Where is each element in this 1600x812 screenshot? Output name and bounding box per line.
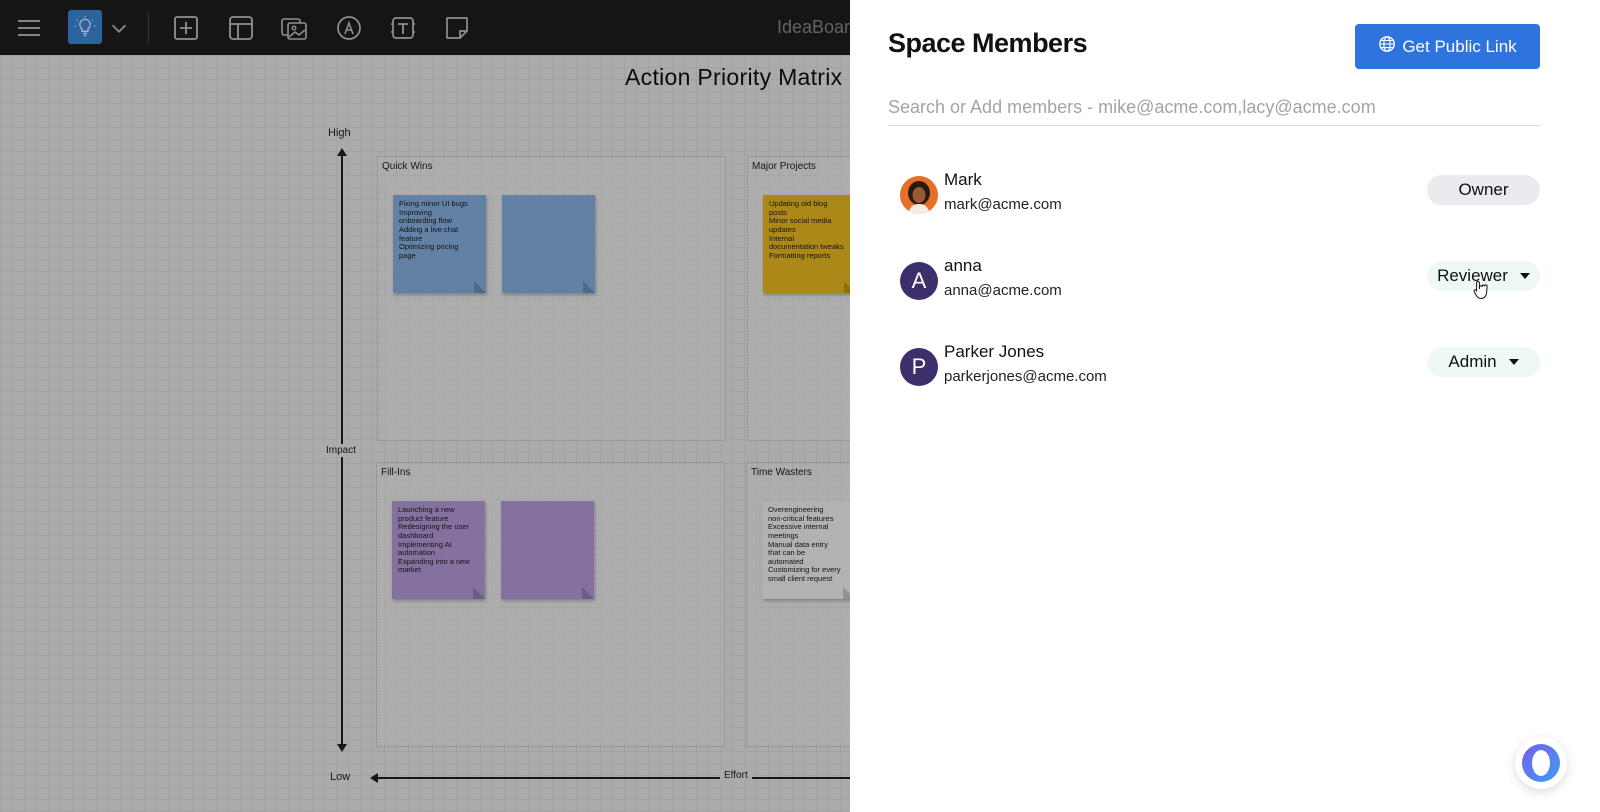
role-label: Admin — [1448, 352, 1497, 371]
avatar: P — [900, 348, 938, 386]
caret-down-icon — [1508, 359, 1519, 365]
avatar: A — [900, 262, 938, 300]
get-public-link-label: Get Public Link — [1402, 36, 1517, 56]
member-email: anna@acme.com — [944, 282, 1062, 299]
role-label: Owner — [1458, 180, 1509, 199]
role-badge-owner: Owner — [1427, 175, 1540, 205]
modal-backdrop[interactable] — [0, 0, 850, 812]
panel-title: Space Members — [888, 28, 1088, 58]
caret-down-icon — [1519, 273, 1530, 279]
member-email: parkerjones@acme.com — [944, 368, 1107, 385]
hand-cursor-icon — [1473, 280, 1489, 300]
get-public-link-button[interactable]: Get Public Link — [1355, 24, 1540, 69]
member-name: Parker Jones — [944, 342, 1045, 361]
space-members-panel: Space Members Get Public Link Mark mark@… — [850, 0, 1600, 812]
member-email: mark@acme.com — [944, 196, 1062, 213]
help-chat-button[interactable] — [1515, 737, 1567, 789]
avatar — [900, 176, 938, 214]
member-search-input[interactable] — [888, 90, 1540, 126]
globe-icon — [1378, 35, 1396, 58]
member-row-mark: Mark mark@acme.com Owner — [900, 170, 1540, 230]
member-name: Mark — [944, 170, 982, 189]
member-row-parker-jones: P Parker Jones parkerjones@acme.com Admi… — [900, 342, 1540, 402]
member-row-anna: A anna anna@acme.com Reviewer — [900, 256, 1540, 316]
role-dropdown[interactable]: Admin — [1427, 347, 1540, 377]
whiteboard-canvas[interactable]: IdeaBoar Action Priority Matrix High Imp… — [0, 0, 850, 812]
member-name: anna — [944, 256, 982, 275]
chat-ring-icon — [1522, 744, 1560, 782]
